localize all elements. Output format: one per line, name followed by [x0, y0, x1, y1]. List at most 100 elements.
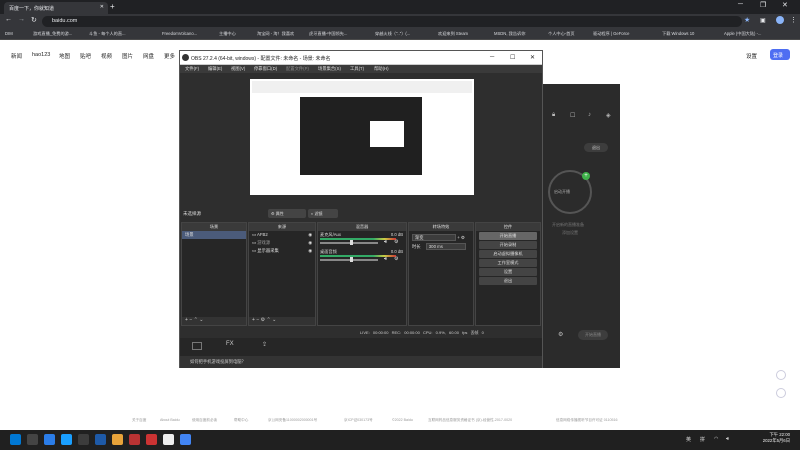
- menu-help[interactable]: 帮助(H): [374, 66, 389, 72]
- properties-button[interactable]: ⚙ 属性: [268, 209, 306, 218]
- exit-button[interactable]: 退出: [584, 143, 608, 152]
- source-item[interactable]: ▭ AFB2 ◉: [249, 231, 315, 239]
- menu-profile[interactable]: 配置文件(P): [286, 66, 309, 72]
- nav-more[interactable]: 更多: [164, 52, 175, 60]
- add-icon[interactable]: +: [252, 317, 255, 323]
- bookmark-item[interactable]: 斗鱼 - 每个人的直...: [89, 31, 126, 37]
- bookmark-item[interactable]: MSDN, 我告诉你: [494, 31, 525, 37]
- obs-preview[interactable]: [250, 79, 474, 195]
- footer-link[interactable]: 信息网络传播视听节目许可证 0110516: [556, 418, 617, 423]
- start-streaming-button[interactable]: 开始直播: [479, 232, 537, 240]
- lock-icon[interactable]: 🔒︎: [552, 112, 555, 119]
- eye-icon[interactable]: ◉: [308, 248, 312, 254]
- nav-tieba[interactable]: 贴吧: [80, 52, 91, 60]
- search-icon[interactable]: [27, 434, 38, 445]
- back-icon[interactable]: ←: [5, 16, 12, 23]
- settings-link[interactable]: 设置: [746, 52, 757, 60]
- plus-icon[interactable]: +: [582, 172, 590, 180]
- up-icon[interactable]: ⌃: [267, 317, 271, 323]
- login-button[interactable]: 登录: [770, 49, 790, 60]
- chrome-icon[interactable]: [180, 434, 191, 445]
- footer-link[interactable]: 关于百度: [132, 418, 146, 423]
- nav-news[interactable]: 新闻: [11, 52, 22, 60]
- bookmark-item[interactable]: 游戏直播_免费的游...: [33, 31, 72, 37]
- eye-icon[interactable]: ◉: [308, 240, 312, 246]
- feedback-icon[interactable]: [776, 370, 786, 380]
- source-item[interactable]: ▭ 游戏源 ◉: [249, 239, 315, 247]
- window-icon[interactable]: [192, 342, 202, 350]
- forward-icon[interactable]: →: [18, 16, 25, 23]
- down-icon[interactable]: ⌄: [199, 317, 203, 323]
- help-icon[interactable]: [776, 388, 786, 398]
- new-tab-icon[interactable]: +: [110, 2, 115, 11]
- footer-link[interactable]: 京公网安备11000002000001号: [268, 418, 317, 423]
- bookmark-item[interactable]: DIM: [5, 31, 13, 36]
- speaker-icon[interactable]: 🔊︎: [384, 256, 387, 262]
- studio-mode-button[interactable]: 工作室模式: [479, 259, 537, 267]
- volume-slider[interactable]: [320, 259, 378, 261]
- nav-video[interactable]: 视频: [101, 52, 112, 60]
- browser-tab[interactable]: 百度一下，你就知道 ✕: [4, 2, 108, 14]
- live-badge-icon[interactable]: FX: [226, 341, 234, 347]
- start-live-button[interactable]: 开始直播: [578, 330, 608, 340]
- gear-icon[interactable]: ⚙: [394, 239, 398, 245]
- steam-icon[interactable]: [78, 434, 89, 445]
- menu-file[interactable]: 文件(F): [185, 66, 199, 72]
- eye-icon[interactable]: ◉: [308, 232, 312, 238]
- gear-icon[interactable]: ⚙: [461, 235, 465, 240]
- nav-hao123[interactable]: hao123: [32, 52, 50, 58]
- down-icon[interactable]: ⌄: [272, 317, 276, 323]
- gift-icon[interactable]: ◈: [606, 112, 611, 119]
- footer-link[interactable]: About Baidu: [160, 418, 180, 422]
- menu-edit[interactable]: 编辑(E): [208, 66, 222, 72]
- taskview-icon[interactable]: [44, 434, 55, 445]
- extensions-icon[interactable]: ▣: [760, 17, 766, 24]
- settings-button[interactable]: 设置: [479, 268, 537, 276]
- ime-indicator[interactable]: 拼: [700, 436, 705, 443]
- start-recording-button[interactable]: 开始录制: [479, 241, 537, 249]
- remove-icon[interactable]: −: [189, 317, 192, 323]
- obs-notice-bar[interactable]: 如何把手机游戏投屏到电脑？: [180, 356, 542, 368]
- gear-icon[interactable]: ⚙: [558, 331, 563, 338]
- bookmark-item[interactable]: 下载 Windows 10: [662, 31, 694, 37]
- gear-icon[interactable]: ⚙: [394, 256, 398, 262]
- minimize-icon[interactable]: ─: [490, 54, 494, 60]
- volume-slider[interactable]: [320, 242, 378, 244]
- app-icon[interactable]: [146, 434, 157, 445]
- bookmark-item[interactable]: 驱动程序 | GeForce: [593, 31, 629, 37]
- bookmark-item[interactable]: 主播中心: [219, 31, 236, 37]
- footer-link[interactable]: 帮助中心: [234, 418, 248, 423]
- nav-images[interactable]: 图片: [122, 52, 133, 60]
- explorer-icon[interactable]: [95, 434, 106, 445]
- menu-scene-collection[interactable]: 场景集合(S): [318, 66, 341, 72]
- source-item[interactable]: ▭ 显示器采集 ◉: [249, 247, 315, 255]
- speaker-icon[interactable]: 🔊︎: [384, 239, 387, 245]
- footer-link[interactable]: 使用百度前必读: [192, 418, 217, 423]
- network-icon[interactable]: ◠: [714, 436, 718, 442]
- close-window-icon[interactable]: ✕: [782, 1, 788, 9]
- folder-icon[interactable]: [112, 434, 123, 445]
- volume-knob[interactable]: [350, 257, 353, 262]
- address-bar[interactable]: baidu.com: [42, 16, 742, 27]
- scene-item[interactable]: 场景: [182, 231, 246, 239]
- remove-icon[interactable]: −: [256, 317, 259, 323]
- transition-select[interactable]: 渐变: [412, 234, 456, 241]
- add-icon[interactable]: +: [457, 235, 460, 240]
- maximize-icon[interactable]: ❐: [760, 1, 766, 9]
- volume-icon[interactable]: 🔊︎: [726, 436, 729, 442]
- menu-docks[interactable]: 停靠窗口(D): [254, 66, 277, 72]
- bookmark-item[interactable]: Apple (中国大陆) -...: [724, 31, 761, 37]
- bookmark-item[interactable]: 个人中心-首页: [548, 31, 575, 37]
- bookmark-item[interactable]: FreedomVolcano...: [162, 31, 197, 36]
- nav-netdisk[interactable]: 网盘: [143, 52, 154, 60]
- avatar[interactable]: [776, 16, 784, 24]
- maximize-icon[interactable]: ☐: [510, 54, 515, 61]
- footer-link[interactable]: 互联网药品信息服务资格证书 (京)-经营性-2017-0020: [428, 418, 512, 423]
- shirt-icon[interactable]: ☐: [570, 112, 575, 119]
- filters-button[interactable]: ◐ 滤镜: [308, 209, 338, 218]
- menu-tools[interactable]: 工具(T): [350, 66, 364, 72]
- upload-icon[interactable]: ⇪: [262, 341, 267, 348]
- exit-button[interactable]: 退出: [479, 277, 537, 285]
- virtual-camera-button[interactable]: 启动虚拟摄像机: [479, 250, 537, 258]
- obs-icon[interactable]: [163, 434, 174, 445]
